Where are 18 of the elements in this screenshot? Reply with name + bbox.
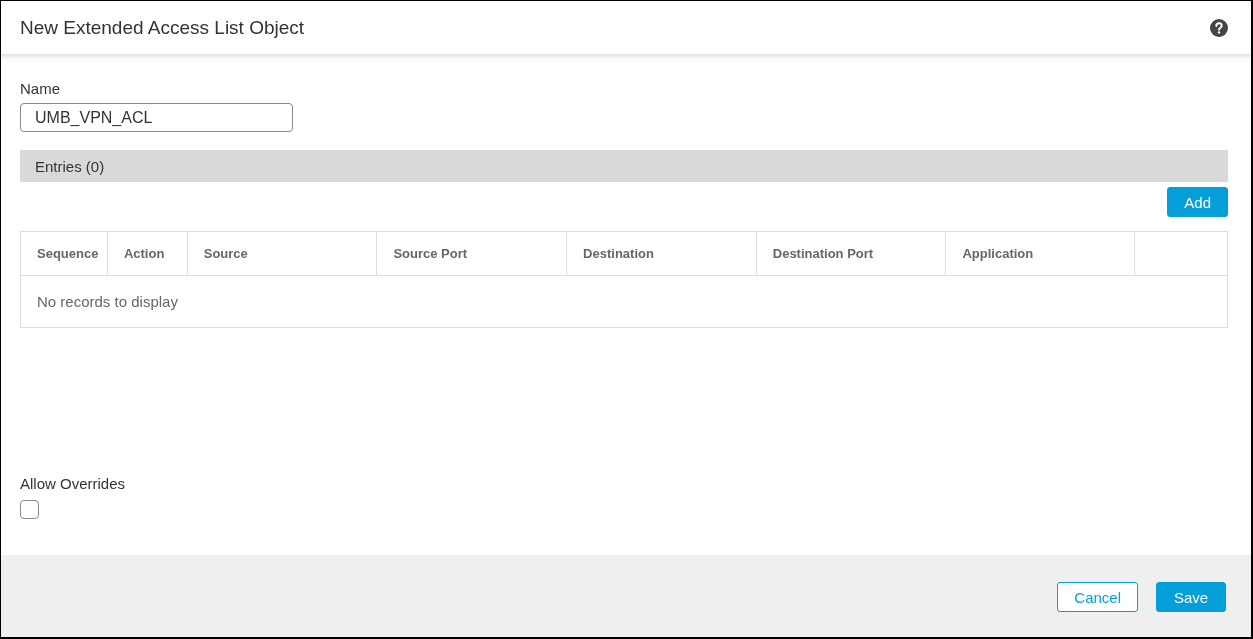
column-header: Source bbox=[187, 232, 378, 275]
cancel-button[interactable]: Cancel bbox=[1057, 582, 1138, 612]
empty-message: No records to display bbox=[37, 293, 178, 310]
save-button[interactable]: Save bbox=[1156, 582, 1226, 612]
column-header: Action bbox=[107, 232, 188, 275]
column-header: Destination Port bbox=[756, 232, 947, 275]
column-header: Application bbox=[946, 232, 1136, 275]
help-icon[interactable] bbox=[1210, 18, 1228, 37]
name-input-field[interactable]: UMB_VPN_ACL bbox=[20, 103, 293, 132]
entries-title: Entries (0) bbox=[35, 157, 105, 175]
allow-overrides-checkbox[interactable] bbox=[20, 500, 39, 519]
column-header: Sequence bbox=[21, 232, 108, 275]
field-label: Name bbox=[20, 80, 60, 97]
add-button[interactable]: Add bbox=[1167, 187, 1228, 217]
column-header: Source Port bbox=[377, 232, 568, 275]
dialog-title: New Extended Access List Object bbox=[20, 16, 305, 39]
checkbox-label: Allow Overrides bbox=[20, 475, 126, 492]
column-header: Destination bbox=[567, 232, 757, 275]
